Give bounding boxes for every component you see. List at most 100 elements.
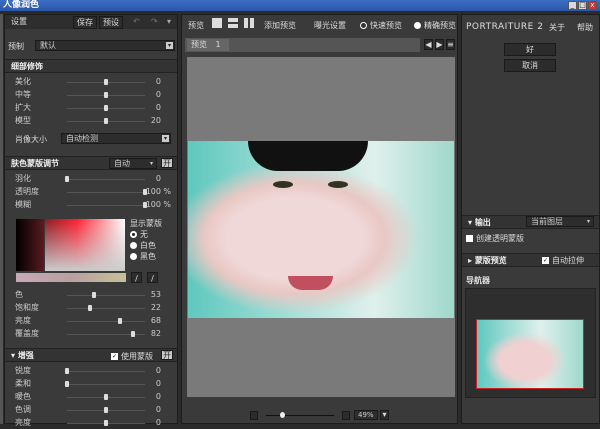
slider-knob[interactable] bbox=[65, 176, 69, 182]
slider-knob[interactable] bbox=[104, 92, 108, 98]
slider-knob[interactable] bbox=[131, 331, 136, 337]
next-tab-button[interactable]: ▶ bbox=[435, 39, 444, 50]
slider-track[interactable] bbox=[67, 318, 145, 324]
zoom-slider-knob[interactable] bbox=[279, 412, 285, 418]
checkbox-empty-icon bbox=[466, 235, 473, 242]
zoom-dropdown-icon[interactable]: ▾ bbox=[380, 410, 389, 420]
portrait-size-select[interactable]: 自动检测 ▾ bbox=[61, 133, 171, 144]
slider-value: 100 bbox=[145, 187, 161, 196]
zoom-slider[interactable] bbox=[266, 412, 334, 418]
slider-track[interactable] bbox=[67, 118, 145, 124]
create-mask-checkbox[interactable]: 创建透明蒙版 bbox=[466, 233, 524, 244]
slider-knob[interactable] bbox=[104, 118, 108, 124]
use-mask-checkbox[interactable]: ✓ 使用蒙版 bbox=[111, 351, 153, 362]
menu-chevron-icon[interactable]: ▾ bbox=[167, 15, 171, 29]
exposure-settings-button[interactable]: 曝光设置 bbox=[314, 20, 346, 31]
left-scrollbar[interactable] bbox=[0, 14, 3, 424]
settings-header: 设置 保存 预设 ↶ ↷ ▾ bbox=[5, 15, 177, 29]
slider-track[interactable] bbox=[67, 105, 145, 111]
slider-track[interactable] bbox=[65, 381, 145, 387]
slider-label: 色 bbox=[15, 290, 23, 299]
zoom-in-button[interactable] bbox=[342, 411, 350, 420]
slider-value: 82 bbox=[150, 329, 161, 338]
output-select[interactable]: 当前图层 ▾ bbox=[526, 216, 594, 227]
split-vertical-icon[interactable] bbox=[244, 18, 254, 28]
enhance-toggle[interactable]: 开 bbox=[161, 350, 173, 360]
skin-color-picker[interactable] bbox=[45, 219, 125, 271]
preset-select[interactable]: 默认 ▾ bbox=[35, 40, 175, 51]
eye-right bbox=[328, 181, 348, 188]
eyedropper-minus-icon[interactable]: / bbox=[147, 272, 158, 283]
slider-track[interactable] bbox=[67, 331, 145, 337]
mouth bbox=[288, 276, 333, 290]
chevron-down-icon: ▾ bbox=[149, 160, 153, 167]
eyedropper-icon[interactable]: / bbox=[131, 272, 142, 283]
slider-label: 饱和度 bbox=[15, 303, 39, 312]
mask-option-radio[interactable]: 白色 bbox=[130, 240, 156, 251]
slider-knob[interactable] bbox=[104, 407, 108, 413]
slider-knob[interactable] bbox=[118, 318, 123, 324]
slider-track[interactable] bbox=[65, 368, 145, 374]
prev-tab-button[interactable]: ◀ bbox=[424, 39, 433, 50]
about-link[interactable]: 关于 bbox=[549, 22, 565, 33]
slider-knob[interactable] bbox=[104, 394, 108, 400]
slider-value: 0 bbox=[155, 174, 161, 183]
zoom-out-button[interactable] bbox=[250, 411, 258, 420]
fast-preview-radio[interactable]: 快速预览 bbox=[360, 20, 402, 31]
close-button[interactable]: x bbox=[588, 1, 597, 10]
slider-knob[interactable] bbox=[88, 305, 93, 311]
hue-range-bar[interactable] bbox=[16, 273, 126, 282]
slider-value: 100 bbox=[145, 200, 161, 209]
slider-track[interactable] bbox=[67, 305, 145, 311]
split-horizontal-icon[interactable] bbox=[228, 18, 238, 28]
maximize-button[interactable]: □ bbox=[578, 1, 587, 10]
tab-preview-1[interactable]: 预览 1 bbox=[187, 39, 229, 51]
preset-button[interactable]: 预设 bbox=[99, 16, 123, 29]
mask-option-radio[interactable]: 黑色 bbox=[130, 251, 156, 262]
minimize-button[interactable]: _ bbox=[568, 1, 577, 10]
collapse-triangle-icon: ▾ bbox=[11, 351, 18, 360]
slider-knob[interactable] bbox=[104, 105, 108, 111]
cancel-button[interactable]: 取消 bbox=[504, 59, 556, 72]
slider-knob[interactable] bbox=[65, 381, 69, 387]
slider-knob[interactable] bbox=[104, 420, 108, 426]
slider-track[interactable] bbox=[67, 189, 147, 195]
navigator-box[interactable] bbox=[465, 288, 596, 398]
ok-button[interactable]: 好 bbox=[504, 43, 556, 56]
slider-track[interactable] bbox=[67, 202, 147, 208]
slider-knob[interactable] bbox=[104, 79, 108, 85]
tab-menu-button[interactable]: ≡ bbox=[446, 39, 455, 50]
slider-track[interactable] bbox=[67, 79, 145, 85]
single-view-icon[interactable] bbox=[212, 18, 222, 28]
slider-value: 0 bbox=[155, 366, 161, 375]
skin-mask-toggle[interactable]: 开 bbox=[161, 158, 173, 168]
mask-option-radio[interactable]: 无 bbox=[130, 229, 148, 240]
redo-icon[interactable]: ↷ bbox=[151, 15, 158, 29]
add-preview-button[interactable]: 添加预览 bbox=[264, 20, 296, 31]
accurate-preview-radio[interactable]: 精确预览 bbox=[414, 20, 456, 31]
navigator-thumbnail[interactable] bbox=[476, 319, 584, 389]
slider-value: 0 bbox=[155, 90, 161, 99]
slider-track[interactable] bbox=[67, 407, 145, 413]
color-range-dark[interactable] bbox=[16, 219, 44, 271]
help-link[interactable]: 帮助 bbox=[577, 22, 593, 33]
skin-mode-select[interactable]: 自动 ▾ bbox=[109, 158, 157, 169]
save-button[interactable]: 保存 bbox=[73, 16, 97, 29]
auto-stretch-checkbox[interactable]: ✓ 自动拉伸 bbox=[542, 255, 584, 266]
slider-row: 亮度 0 bbox=[15, 417, 175, 429]
slider-knob[interactable] bbox=[92, 292, 97, 298]
unit-label: % bbox=[163, 187, 171, 196]
slider-knob[interactable] bbox=[65, 368, 69, 374]
undo-icon[interactable]: ↶ bbox=[133, 15, 140, 29]
slider-track[interactable] bbox=[67, 92, 145, 98]
slider-track[interactable] bbox=[65, 176, 145, 182]
slider-track[interactable] bbox=[67, 394, 145, 400]
output-value: 当前图层 bbox=[531, 217, 563, 226]
zoom-level[interactable]: 49% bbox=[354, 410, 378, 420]
slider-label: 中等 bbox=[15, 90, 31, 99]
slider-label: 暖色 bbox=[15, 392, 31, 401]
expand-triangle-icon: ▸ bbox=[468, 256, 475, 265]
detail-section-header[interactable]: 细部修饰 bbox=[5, 59, 177, 73]
preview-canvas[interactable] bbox=[187, 57, 455, 397]
slider-track[interactable] bbox=[67, 292, 145, 298]
